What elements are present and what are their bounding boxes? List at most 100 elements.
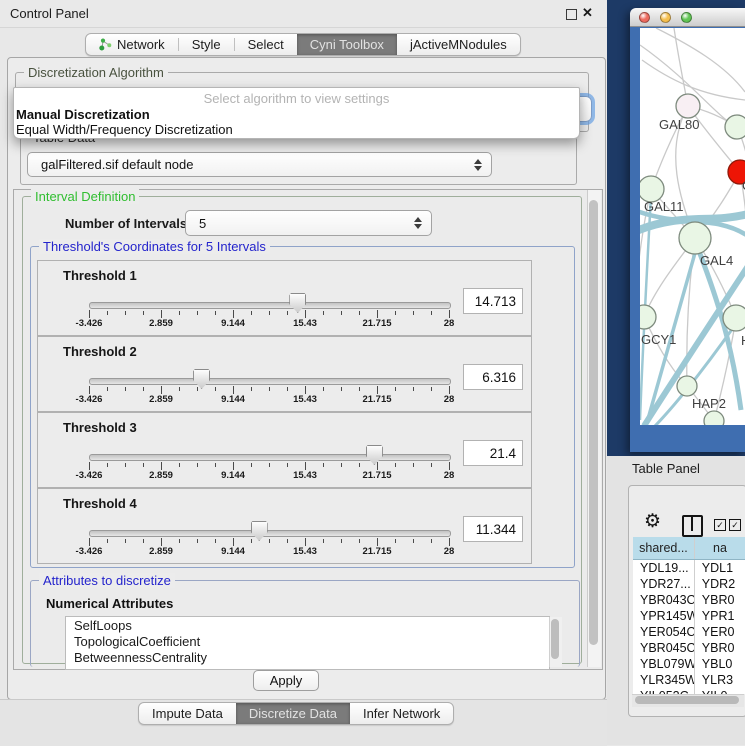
slider-track[interactable] xyxy=(89,530,451,537)
slider-tick xyxy=(287,387,288,391)
split-columns-icon[interactable] xyxy=(682,515,703,537)
network-node-g[interactable] xyxy=(725,115,745,139)
slider-tick xyxy=(377,386,378,394)
attribute-list-item[interactable]: TopologicalCoefficient xyxy=(66,633,549,649)
slider-tick xyxy=(359,311,360,315)
slider-handle[interactable] xyxy=(193,369,210,389)
network-icon xyxy=(99,38,112,51)
gear-icon[interactable]: ⚙ xyxy=(644,512,661,531)
slider-tick xyxy=(431,539,432,543)
checkbox-icon[interactable]: ✓ xyxy=(714,519,726,531)
menu-item-manual-discretization[interactable]: Manual Discretization xyxy=(16,107,576,122)
table-row[interactable]: YER054CYER0 xyxy=(633,624,745,640)
network-node-label: GAL4 xyxy=(700,253,733,268)
table-data-combo[interactable]: galFiltered.sif default node xyxy=(27,152,492,177)
threshold-value-field[interactable]: 6.316 xyxy=(463,364,523,390)
thresholds-group-label: Threshold's Coordinates for 5 Intervals xyxy=(39,239,270,254)
table-row[interactable]: YBR043CYBR0 xyxy=(633,592,745,608)
tab-style[interactable]: Style xyxy=(179,34,234,55)
close-icon[interactable]: ✕ xyxy=(582,5,593,21)
slider-scale-label: 2.859 xyxy=(149,394,173,405)
slider-track[interactable] xyxy=(89,302,451,309)
network-node-hap2[interactable] xyxy=(677,376,697,396)
network-canvas[interactable]: GAL80GCGAL11GAL4GCY1HHAP2 xyxy=(640,28,745,425)
close-traffic-light[interactable] xyxy=(639,12,650,23)
apply-button[interactable]: Apply xyxy=(253,670,319,691)
slider-tick xyxy=(305,462,306,470)
slider-tick xyxy=(107,387,108,391)
slider-track[interactable] xyxy=(89,454,451,461)
threshold-value-field[interactable]: 11.344 xyxy=(463,516,523,542)
threshold-value-field[interactable]: 21.4 xyxy=(463,440,523,466)
attributes-to-discretize-label: Attributes to discretize xyxy=(39,573,175,588)
slider-tick xyxy=(287,311,288,315)
table-row[interactable]: YBL079WYBL0 xyxy=(633,656,745,672)
table-row[interactable]: YBR045CYBR0 xyxy=(633,640,745,656)
table-row[interactable]: YDL19...YDL1 xyxy=(633,560,745,576)
cell-shared-name: YBR045C xyxy=(633,640,695,656)
threshold-row: Threshold 3-3.4262.8599.14415.4321.71528… xyxy=(37,412,532,488)
tab-network[interactable]: Network xyxy=(86,34,178,55)
attribute-list-item[interactable]: SelfLoops xyxy=(66,617,549,633)
slider-track[interactable] xyxy=(89,378,451,385)
threshold-row: Threshold 2-3.4262.8599.14415.4321.71528… xyxy=(37,336,532,412)
slider-scale-label: 2.859 xyxy=(149,546,173,557)
slider-handle[interactable] xyxy=(289,293,306,313)
attribute-list-item[interactable]: BetweennessCentrality xyxy=(66,649,549,665)
number-of-intervals-combo[interactable]: 5 xyxy=(185,210,432,236)
slider-tick xyxy=(323,539,324,543)
slider-tick xyxy=(431,387,432,391)
checkbox-icon[interactable]: ✓ xyxy=(729,519,741,531)
slider-tick xyxy=(323,311,324,315)
slider-tick xyxy=(251,463,252,467)
tab-cyni-toolbox[interactable]: Cyni Toolbox xyxy=(297,34,397,55)
slider-tick xyxy=(359,387,360,391)
threshold-row: Threshold 1-3.4262.8599.14415.4321.71528… xyxy=(37,260,532,336)
slider-tick xyxy=(125,463,126,467)
slider-tick xyxy=(341,387,342,391)
tab-label: Impute Data xyxy=(152,706,223,721)
table-row[interactable]: YDR27...YDR2 xyxy=(633,576,745,592)
slider-tick xyxy=(341,311,342,315)
menu-item-equal-width-frequency[interactable]: Equal Width/Frequency Discretization xyxy=(16,122,576,137)
network-node-gal80[interactable] xyxy=(676,94,700,118)
tab-impute-data[interactable]: Impute Data xyxy=(139,703,236,724)
tab-jactivemnodules[interactable]: jActiveMNodules xyxy=(397,34,520,55)
numerical-attributes-list[interactable]: SelfLoopsTopologicalCoefficientBetweenne… xyxy=(65,616,550,670)
network-edge[interactable] xyxy=(656,28,745,92)
table-horizontal-scrollbar-thumb[interactable] xyxy=(635,696,739,704)
slider-tick xyxy=(323,463,324,467)
slider-handle[interactable] xyxy=(251,521,268,541)
cell-name: YLR3 xyxy=(695,672,745,688)
slider-tick xyxy=(89,310,90,318)
network-edge[interactable] xyxy=(642,60,745,100)
tab-discretize-data[interactable]: Discretize Data xyxy=(236,703,350,724)
tab-select[interactable]: Select xyxy=(235,34,297,55)
threshold-value-field[interactable]: 14.713 xyxy=(463,288,523,314)
tab-infer-network[interactable]: Infer Network xyxy=(350,703,453,724)
slider-tick xyxy=(89,386,90,394)
slider-handle[interactable] xyxy=(366,445,383,465)
slider-tick xyxy=(251,539,252,543)
slider-scale-label: 21.715 xyxy=(362,394,391,405)
network-node[interactable] xyxy=(704,411,724,425)
network-node-h[interactable] xyxy=(723,305,745,331)
cell-name: YBR0 xyxy=(695,592,745,608)
cell-name: YER0 xyxy=(695,624,745,640)
network-node-label: HAP2 xyxy=(692,396,726,411)
cell-shared-name: YBR043C xyxy=(633,592,695,608)
slider-tick xyxy=(413,311,414,315)
float-window-icon[interactable] xyxy=(566,9,577,20)
vertical-scrollbar-thumb[interactable] xyxy=(589,200,598,645)
minimize-traffic-light[interactable] xyxy=(660,12,671,23)
attributes-list-scrollbar-thumb[interactable] xyxy=(551,619,559,659)
table-row[interactable]: YPR145WYPR1 xyxy=(633,608,745,624)
node-table[interactable]: shared... na YDL19...YDL1YDR27...YDR2YBR… xyxy=(633,537,745,694)
slider-tick xyxy=(143,311,144,315)
table-row[interactable]: YLR345WYLR3 xyxy=(633,672,745,688)
network-node-gal4[interactable] xyxy=(679,222,711,254)
column-header-name[interactable]: na xyxy=(695,537,745,559)
column-header-shared-name[interactable]: shared... xyxy=(633,537,695,559)
network-node-gcy1[interactable] xyxy=(640,305,656,329)
zoom-traffic-light[interactable] xyxy=(681,12,692,23)
